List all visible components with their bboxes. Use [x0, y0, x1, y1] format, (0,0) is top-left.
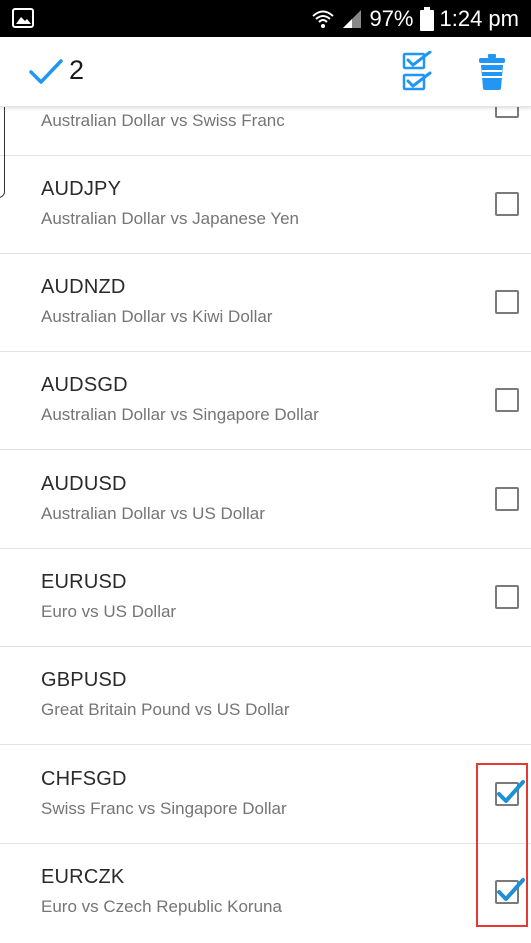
pair-description: Australian Dollar vs US Dollar [41, 504, 265, 523]
pair-code: CHFSGD [41, 768, 127, 790]
action-bar: 2 [0, 37, 531, 107]
pair-code: AUDNZD [41, 276, 126, 298]
pair-code: AUDUSD [41, 473, 127, 495]
pair-code: EURCZK [41, 866, 125, 888]
battery-icon [419, 7, 434, 31]
list-item[interactable]: CHFSGD Swiss Franc vs Singapore Dollar [0, 746, 531, 844]
pair-code: AUDSGD [41, 374, 128, 396]
checkbox[interactable] [495, 487, 519, 511]
pair-description: Australian Dollar vs Japanese Yen [41, 209, 299, 228]
selected-count: 2 [69, 55, 85, 85]
pair-list[interactable]: Australian Dollar vs Swiss Franc AUDJPY … [0, 107, 531, 943]
pair-description: Australian Dollar vs Swiss Franc [41, 111, 285, 130]
status-icons: 97% 1:24 pm [311, 4, 519, 34]
list-item[interactable]: AUDSGD Australian Dollar vs Singapore Do… [0, 352, 531, 450]
list-item[interactable]: EURUSD Euro vs US Dollar [0, 549, 531, 647]
pair-description: Australian Dollar vs Singapore Dollar [41, 405, 319, 424]
checkbox[interactable] [495, 388, 519, 412]
signal-icon [343, 10, 362, 28]
select-all-icon[interactable] [400, 51, 434, 93]
list-item[interactable]: GBPUSD Great Britain Pound vs US Dollar [0, 647, 531, 745]
pair-description: Australian Dollar vs Kiwi Dollar [41, 307, 273, 326]
list-item[interactable]: AUDNZD Australian Dollar vs Kiwi Dollar [0, 254, 531, 352]
list-item[interactable]: AUDUSD Australian Dollar vs US Dollar [0, 451, 531, 549]
checkbox[interactable] [495, 107, 519, 118]
checkmark-icon [497, 878, 525, 901]
list-item[interactable]: AUDJPY Australian Dollar vs Japanese Yen [0, 156, 531, 254]
checkbox[interactable] [495, 585, 519, 609]
battery-percent: 97% [369, 6, 414, 31]
checkbox-checked[interactable] [495, 780, 525, 806]
checkbox-checked[interactable] [495, 878, 525, 904]
check-icon[interactable] [28, 57, 64, 87]
delete-icon[interactable] [478, 54, 506, 90]
wifi-icon [312, 10, 335, 28]
pair-description: Euro vs US Dollar [41, 602, 177, 621]
checkbox[interactable] [495, 290, 519, 314]
pair-code: GBPUSD [41, 669, 127, 691]
clock: 1:24 pm [439, 6, 520, 31]
status-bar: 97% 1:24 pm [0, 0, 531, 37]
pair-code: EURUSD [41, 571, 127, 593]
list-item[interactable]: EURCZK Euro vs Czech Republic Koruna [0, 844, 531, 942]
list-item[interactable]: Australian Dollar vs Swiss Franc [0, 107, 531, 156]
image-icon [12, 8, 34, 28]
pair-description: Euro vs Czech Republic Koruna [41, 897, 282, 916]
pair-description: Swiss Franc vs Singapore Dollar [41, 799, 287, 818]
pair-code: AUDJPY [41, 178, 122, 200]
checkmark-icon [497, 780, 525, 803]
pair-description: Great Britain Pound vs US Dollar [41, 700, 290, 719]
checkbox[interactable] [495, 192, 519, 216]
